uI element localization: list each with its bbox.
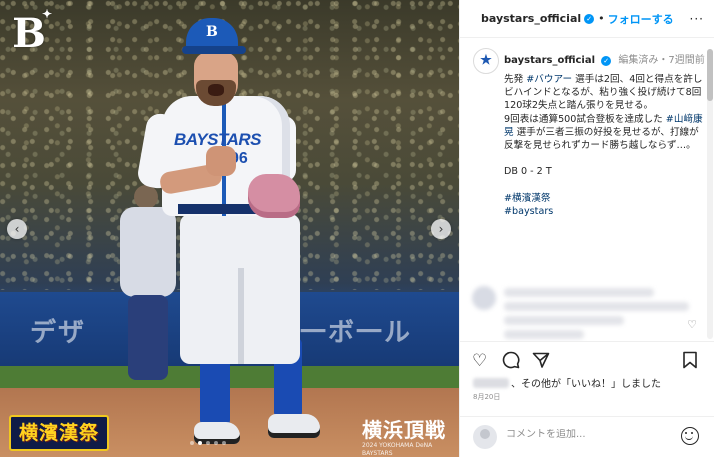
event-badge-hamakanmatsuri: 横濱漢祭	[9, 415, 109, 451]
hashtag-link[interactable]: #バウアー	[526, 74, 572, 85]
header-separator: •	[598, 12, 605, 25]
header-username[interactable]: baystars_official	[481, 12, 581, 25]
hashtag-link[interactable]: #baystars	[504, 206, 553, 217]
post-details-panel: baystars_official ✓ • フォローする ··· ★ bayst…	[459, 0, 714, 457]
carousel-dot	[214, 441, 218, 445]
follow-button[interactable]: フォローする	[608, 11, 674, 27]
post-photo[interactable]: デザ 一ボ一ル BAYSTARS 96 B B ✦ ‹ › 横濱漢祭 横浜頂戦 …	[0, 0, 459, 457]
account-avatar[interactable]: ★	[473, 48, 499, 74]
caption-username[interactable]: baystars_official	[504, 55, 595, 66]
next-photo-button[interactable]: ›	[431, 219, 451, 239]
edited-label: 編集済み	[618, 55, 659, 66]
bookmark-icon[interactable]	[682, 351, 698, 374]
likes-summary[interactable]: 、その他が「いいね！」しました	[473, 375, 661, 390]
caption-meta: baystars_official ✓ 編集済み・7週間前	[504, 55, 705, 66]
event-badge-yokohama: 横浜頂戦 2024 YOKOHAMA DeNA BAYSTARS	[362, 418, 446, 457]
instagram-post-modal: デザ 一ボ一ル BAYSTARS 96 B B ✦ ‹ › 横濱漢祭 横浜頂戦 …	[0, 0, 714, 457]
previous-photo-button[interactable]: ‹	[7, 219, 27, 239]
pitcher-figure: BAYSTARS 96 B	[135, 18, 340, 457]
team-logo: B ✦	[12, 7, 52, 57]
comment-icon[interactable]	[502, 351, 520, 374]
emoji-icon[interactable]	[681, 427, 699, 445]
send-icon[interactable]	[532, 351, 550, 374]
cap-logo: B	[206, 24, 218, 40]
post-header: baystars_official ✓ • フォローする	[460, 0, 714, 38]
post-time: 7週間前	[668, 55, 705, 66]
scrollbar-thumb[interactable]	[707, 49, 713, 101]
add-comment-bar	[460, 416, 714, 457]
more-options-icon[interactable]: ···	[690, 12, 704, 26]
pink-glove	[248, 174, 300, 218]
post-date: 8月20日	[473, 393, 501, 401]
carousel-dot	[222, 441, 226, 445]
verified-badge-icon: ✓	[601, 56, 612, 66]
caption-text: 先発 #バウアー 選手は2回、4回と得点を許しビハインドとなるが、粘り強く投げ続…	[504, 74, 703, 218]
carousel-dot	[190, 441, 194, 445]
verified-badge-icon: ✓	[584, 13, 595, 24]
caption-section: ★ baystars_official ✓ 編集済み・7週間前 先発 #バウアー…	[460, 39, 714, 341]
blurred-liker-name	[473, 378, 509, 388]
caption-scrollbar[interactable]	[707, 49, 713, 339]
carousel-indicator	[190, 441, 226, 445]
comment-item-blurred	[472, 284, 697, 341]
chevron-left-icon: ‹	[14, 222, 20, 236]
wall-ad-text-left: デザ	[30, 317, 87, 347]
carousel-dot-active	[198, 441, 202, 445]
hashtag-link[interactable]: #横濱漢祭	[504, 193, 550, 204]
heart-icon[interactable]: ♡	[472, 351, 487, 371]
comment-input[interactable]	[506, 429, 666, 440]
chevron-right-icon: ›	[438, 222, 444, 236]
current-user-avatar	[473, 425, 497, 449]
comment-like-heart-icon[interactable]: ♡	[687, 318, 697, 331]
carousel-dot	[206, 441, 210, 445]
